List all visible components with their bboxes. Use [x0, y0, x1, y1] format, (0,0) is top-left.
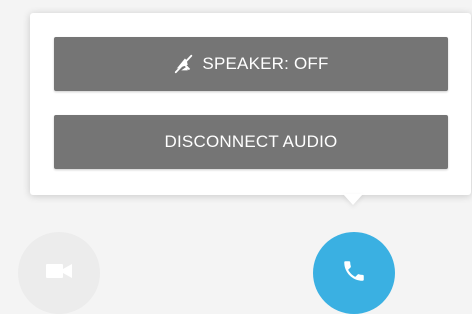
speaker-toggle-label: SPEAKER: OFF: [202, 54, 329, 73]
disconnect-audio-label: DISCONNECT AUDIO: [164, 132, 338, 151]
speaker-toggle-button[interactable]: SPEAKER: OFF: [54, 37, 448, 91]
disconnect-audio-button[interactable]: DISCONNECT AUDIO: [54, 115, 448, 169]
video-camera-icon: [45, 261, 73, 286]
speaker-off-icon: [173, 53, 195, 75]
video-toggle-button[interactable]: [18, 232, 100, 314]
audio-toggle-button[interactable]: [313, 232, 395, 314]
phone-icon: [341, 258, 367, 289]
popover-arrow: [343, 194, 363, 205]
audio-options-screen: SPEAKER: OFF DISCONNECT AUDIO: [0, 0, 472, 314]
